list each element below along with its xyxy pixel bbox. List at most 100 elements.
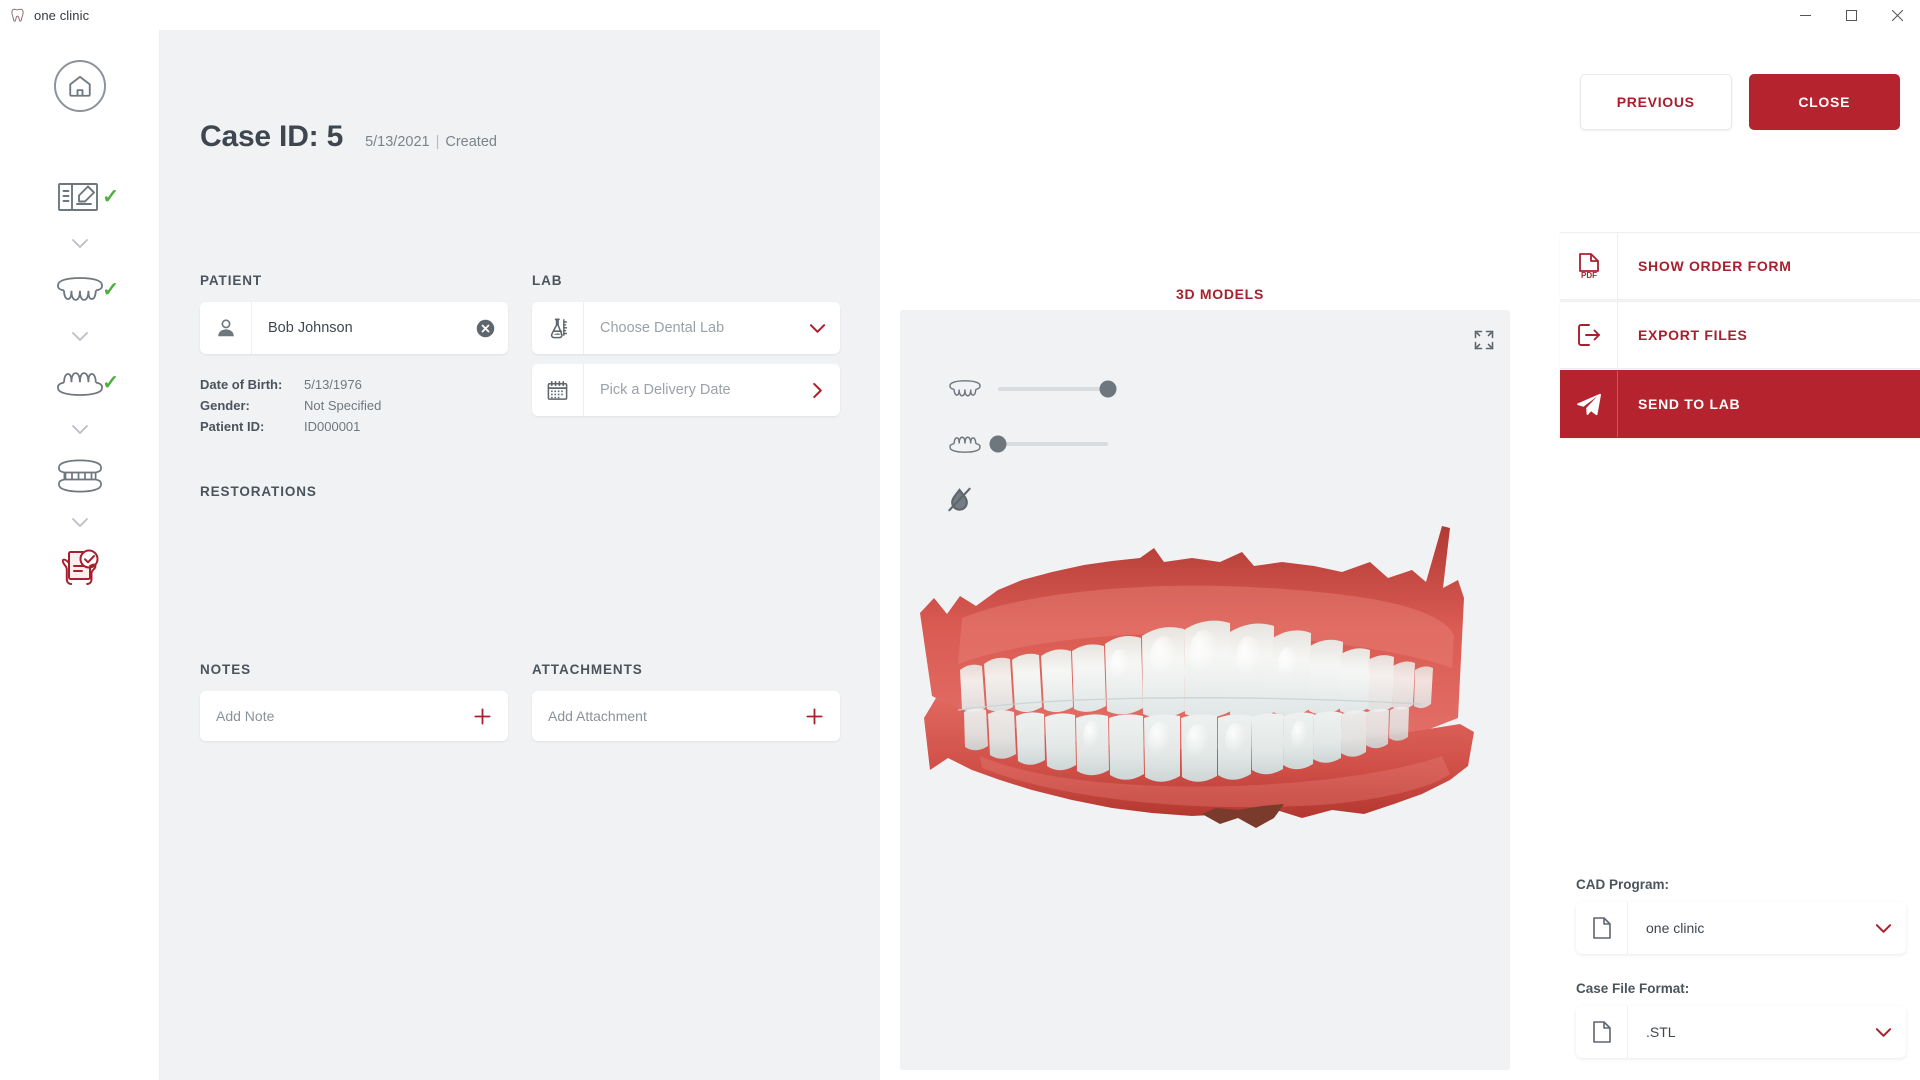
close-button[interactable]: CLOSE (1748, 74, 1900, 130)
patient-gender-row: Gender: Not Specified (200, 395, 508, 416)
lower-jaw-slider-knob[interactable] (989, 435, 1007, 453)
chevron-down-icon[interactable] (1860, 923, 1906, 934)
chevron-down-icon[interactable] (1860, 1027, 1906, 1038)
step-chevron-4[interactable] (0, 505, 159, 540)
sidebar-item-order-form[interactable]: ✓ (0, 168, 159, 226)
model-viewer[interactable] (900, 310, 1510, 1070)
home-button[interactable] (53, 60, 106, 112)
order-form-icon (52, 176, 108, 218)
patient-dob-value: 5/13/1976 (304, 377, 362, 392)
add-note-label: Add Note (216, 708, 275, 724)
clear-circle-icon[interactable] (462, 318, 508, 339)
upper-jaw-slider-track[interactable] (998, 380, 1117, 398)
patient-name: Bob Johnson (268, 320, 353, 336)
case-header: Case ID: 5 5/13/2021 | Created (200, 22, 840, 154)
bite-icon (52, 455, 108, 497)
step-chevron-2[interactable] (0, 319, 159, 354)
choose-dental-lab-select[interactable]: Choose Dental Lab (532, 302, 840, 354)
case-meta: 5/13/2021 | Created (365, 134, 497, 150)
add-attachment-label: Add Attachment (548, 708, 647, 724)
patient-id-row: Patient ID: ID000001 (200, 416, 508, 437)
chevron-right-icon[interactable] (794, 382, 840, 399)
patient-card[interactable]: Bob Johnson (200, 302, 508, 354)
patient-id-value: ID000001 (304, 419, 361, 434)
upper-jaw-icon (52, 269, 108, 311)
patient-details: Date of Birth: 5/13/1976 Gender: Not Spe… (200, 374, 508, 437)
file-icon (1576, 902, 1628, 954)
attachments-section-label: ATTACHMENTS (532, 662, 643, 677)
plus-icon[interactable] (805, 707, 824, 726)
lab-section: LAB Choose Dental Lab Pick a Delivery Da… (532, 273, 840, 437)
minimize-icon[interactable] (1782, 0, 1828, 30)
chevron-down-icon[interactable] (794, 323, 840, 334)
step-complete-check: ✓ (102, 279, 119, 301)
send-to-lab-button[interactable]: SEND TO LAB (1560, 370, 1920, 438)
restorations-section-label: RESTORATIONS (200, 484, 317, 499)
patient-lab-columns: PATIENT Bob Johnson Date of Birth: 5/13/… (200, 273, 840, 437)
export-settings: CAD Program: one clinic Case File Format… (1576, 877, 1906, 1058)
app-title: one clinic (34, 7, 90, 23)
case-file-format-select[interactable]: .STL (1576, 1006, 1906, 1058)
case-date: 5/13/2021 (365, 134, 430, 150)
sidebar-item-case-approval[interactable] (0, 540, 159, 598)
case-approval-icon (52, 548, 108, 590)
patient-dob-label: Date of Birth: (200, 377, 283, 392)
person-icon (200, 302, 252, 354)
lower-jaw-opacity-slider[interactable] (944, 433, 1108, 455)
patient-id-label: Patient ID: (200, 419, 265, 434)
upper-jaw-opacity-slider[interactable] (944, 378, 1117, 400)
maximize-icon[interactable] (1828, 0, 1874, 30)
send-to-lab-label: SEND TO LAB (1638, 396, 1741, 412)
show-order-form-button[interactable]: PDF SHOW ORDER FORM (1560, 232, 1920, 300)
lower-jaw-icon (944, 433, 986, 455)
sidebar-item-upper-jaw[interactable]: ✓ (0, 261, 159, 319)
export-icon (1560, 302, 1618, 368)
add-note-button[interactable]: Add Note (200, 691, 508, 741)
cad-program-value: one clinic (1646, 920, 1705, 936)
eye-off-icon[interactable] (946, 486, 973, 513)
models-panel: 3D MODELS (880, 22, 1560, 1080)
expand-icon[interactable] (1472, 328, 1496, 352)
upper-jaw-icon (944, 378, 986, 400)
pick-delivery-date-field[interactable]: Pick a Delivery Date (532, 364, 840, 416)
export-files-label: EXPORT FILES (1638, 327, 1748, 343)
lab-section-label: LAB (532, 273, 563, 288)
flask-icon (532, 302, 584, 354)
patient-gender-value: Not Specified (304, 398, 382, 413)
right-panel: PREVIOUS CLOSE PDF SHOW ORDER FORM EXPOR… (1560, 22, 1920, 1080)
restorations-section: RESTORATIONS (200, 484, 840, 499)
file-icon (1576, 1006, 1628, 1058)
case-status: Created (445, 134, 497, 150)
cad-program-select[interactable]: one clinic (1576, 902, 1906, 954)
sidebar-item-bite[interactable] (0, 447, 159, 505)
show-order-form-label: SHOW ORDER FORM (1638, 258, 1792, 274)
case-file-format-label: Case File Format: (1576, 981, 1690, 996)
step-chevron-1[interactable] (0, 226, 159, 261)
cad-program-label: CAD Program: (1576, 877, 1670, 892)
add-attachment-button[interactable]: Add Attachment (532, 691, 840, 741)
lower-jaw-slider-track[interactable] (989, 435, 1108, 453)
sidebar-item-lower-jaw[interactable]: ✓ (0, 354, 159, 412)
send-icon (1560, 371, 1618, 437)
patient-section: PATIENT Bob Johnson Date of Birth: 5/13/… (200, 273, 508, 437)
previous-button[interactable]: PREVIOUS (1580, 74, 1732, 130)
lower-jaw-icon (52, 362, 108, 404)
patient-section-label: PATIENT (200, 273, 263, 288)
export-files-button[interactable]: EXPORT FILES (1560, 301, 1920, 369)
home-icon (67, 73, 93, 99)
choose-dental-lab-value: Choose Dental Lab (600, 320, 725, 336)
plus-icon[interactable] (473, 707, 492, 726)
tooth-icon (9, 7, 25, 23)
page-title: Case ID: 5 (200, 120, 344, 153)
step-complete-check: ✓ (102, 186, 119, 208)
case-file-format-value: .STL (1646, 1024, 1676, 1040)
pdf-icon: PDF (1560, 233, 1618, 299)
attachments-section: ATTACHMENTS Add Attachment (532, 662, 840, 741)
case-form-panel: Case ID: 5 5/13/2021 | Created PATIENT Bob… (160, 22, 880, 1080)
step-chevron-3[interactable] (0, 412, 159, 447)
3d-dental-scan[interactable] (902, 518, 1508, 866)
upper-jaw-slider-knob[interactable] (1099, 380, 1117, 398)
panel-top-buttons: PREVIOUS CLOSE (1560, 22, 1920, 130)
close-icon[interactable] (1874, 0, 1920, 30)
case-meta-separator: | (435, 134, 440, 150)
